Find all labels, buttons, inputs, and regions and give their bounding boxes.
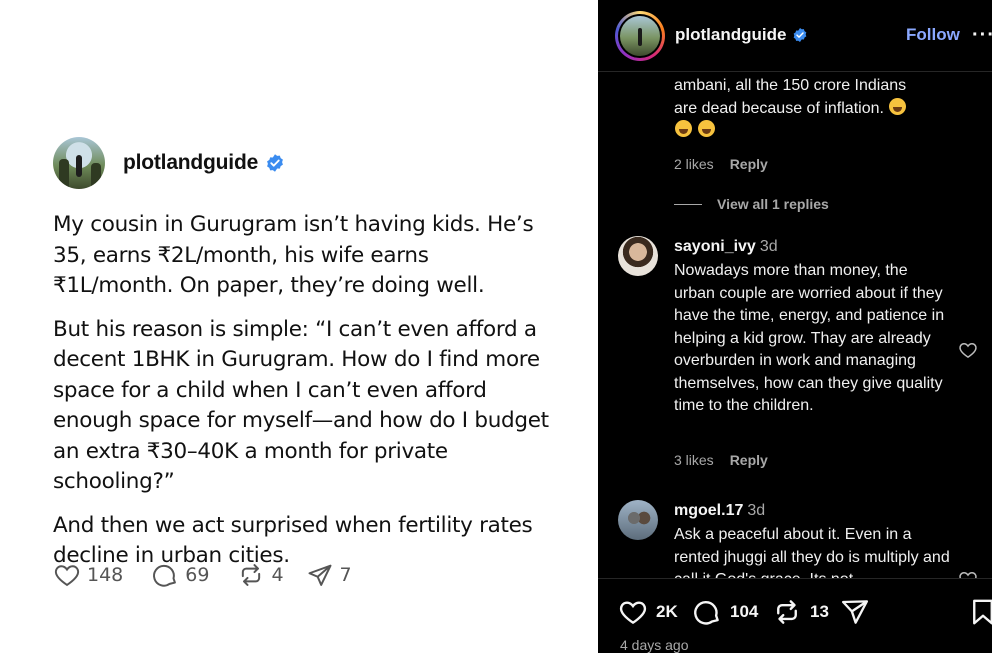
reply-link[interactable]: Reply	[730, 156, 768, 172]
laughing-emoji-icon	[675, 120, 692, 137]
panel-header: plotlandguide Follow ···	[598, 0, 992, 72]
comment-text: Ask a peaceful about it. Even in a rente…	[674, 526, 950, 578]
comment-like-count[interactable]: 2 likes	[674, 156, 714, 172]
comment-text: Nowadays more than money, the urban coup…	[674, 262, 945, 414]
repost-icon	[242, 564, 261, 586]
verified-badge-icon	[267, 154, 283, 172]
laughing-emoji-icon	[698, 120, 716, 137]
laughing-emoji-icon	[889, 97, 907, 115]
reply-button[interactable]: 69	[151, 561, 209, 589]
avatar[interactable]	[53, 137, 105, 189]
story-ring-avatar[interactable]	[615, 11, 665, 61]
post-action-bar: 148 69 4 7	[53, 561, 380, 589]
more-options-icon[interactable]: ···	[972, 24, 992, 47]
repost-button[interactable]: 4	[237, 561, 284, 589]
post-date: 4 days ago	[620, 637, 689, 653]
avatar	[620, 16, 660, 56]
save-button[interactable]	[968, 597, 992, 627]
comment-username[interactable]: mgoel.17 3d	[674, 502, 765, 520]
share-button[interactable]	[840, 597, 870, 627]
like-count: 148	[87, 564, 124, 586]
send-icon	[841, 600, 869, 624]
comment-icon	[694, 601, 719, 625]
comments-list[interactable]: ambani, all the 150 crore Indians are de…	[598, 72, 992, 578]
repost-button[interactable]: 13	[772, 597, 829, 627]
panel-action-bar: 2K 104 13 4 days ago	[598, 578, 992, 653]
repost-count: 13	[810, 602, 829, 621]
send-icon	[308, 564, 332, 586]
post-username[interactable]: plotlandguide	[123, 151, 258, 175]
comment-count: 104	[730, 602, 759, 621]
comment-text: ambani, all the 150 crore Indians are de…	[674, 75, 950, 143]
heart-icon	[54, 565, 80, 587]
avatar[interactable]	[618, 236, 658, 276]
reply-count: 69	[185, 564, 210, 586]
comment-like-count[interactable]: 3 likes	[674, 452, 714, 468]
header-username[interactable]: plotlandguide	[675, 25, 808, 45]
bookmark-icon	[973, 599, 992, 625]
post-paragraph: But his reason is simple: “I can’t even …	[53, 316, 549, 495]
header-username-text: plotlandguide	[675, 25, 787, 44]
view-replies-link[interactable]: View all 1 replies	[674, 196, 829, 212]
threads-post-card: plotlandguide My cousin in Gurugram isn’…	[0, 0, 598, 653]
avatar[interactable]	[618, 500, 658, 540]
share-button[interactable]: 7	[306, 561, 352, 589]
heart-icon[interactable]	[958, 340, 978, 360]
comment-time: 3d	[759, 238, 778, 255]
post-header: plotlandguide	[53, 137, 285, 189]
post-body: My cousin in Gurugram isn’t having kids.…	[53, 210, 553, 585]
heart-icon[interactable]	[958, 569, 978, 578]
share-count: 7	[339, 564, 352, 586]
comment-icon	[153, 564, 177, 587]
follow-button[interactable]: Follow	[906, 25, 960, 45]
instagram-comments-panel: plotlandguide Follow ··· ambani, all the…	[598, 0, 992, 653]
comment-time: 3d	[747, 502, 766, 519]
repost-count: 4	[271, 564, 284, 586]
comment-meta: 3 likes Reply	[674, 452, 784, 468]
like-button[interactable]: 2K	[618, 597, 678, 627]
verified-badge-icon	[794, 28, 807, 42]
like-button[interactable]: 148	[53, 561, 123, 589]
repost-icon	[777, 600, 797, 624]
post-paragraph: My cousin in Gurugram isn’t having kids.…	[53, 212, 534, 298]
heart-icon	[619, 601, 647, 625]
reply-link[interactable]: Reply	[730, 452, 768, 468]
comment-button[interactable]: 104	[692, 597, 758, 627]
comment-meta: 2 likes Reply	[674, 156, 784, 172]
like-count: 2K	[656, 602, 678, 621]
comment-username[interactable]: sayoni_ivy 3d	[674, 238, 778, 256]
